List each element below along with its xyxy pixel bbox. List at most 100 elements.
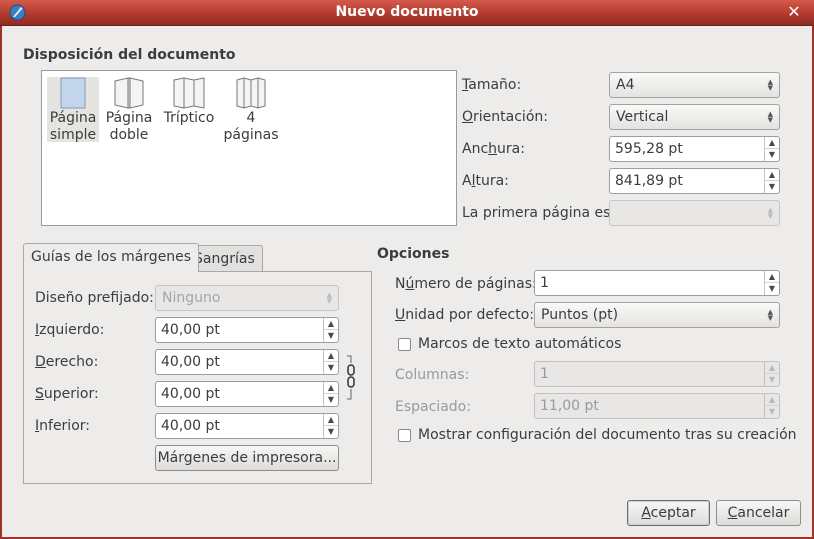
- spin-down-icon: ▼: [768, 407, 776, 416]
- spin-up-icon[interactable]: ▲: [765, 137, 779, 149]
- size-value: A4: [616, 77, 635, 93]
- window-title: Nuevo documento: [335, 4, 479, 20]
- label-text: A: [462, 173, 472, 189]
- spin-buttons: ▲ ▼: [764, 394, 779, 418]
- label-text: erecho:: [45, 354, 99, 370]
- layout-option-label: Tríptico: [163, 110, 215, 126]
- select-arrows-icon: ▲ ▼: [767, 110, 773, 124]
- select-arrows-icon: ▲ ▼: [326, 291, 332, 305]
- label-text: nidad por defecto:: [405, 307, 534, 323]
- options-heading: Opciones: [377, 246, 450, 262]
- spin-up-icon[interactable]: ▲: [765, 169, 779, 181]
- layout-option-four-pages[interactable]: 4 páginas: [222, 77, 280, 143]
- button-label: ancelar: [737, 505, 790, 521]
- select-arrows-icon: ▲ ▼: [767, 308, 773, 322]
- spin-down-icon[interactable]: ▼: [765, 181, 779, 193]
- label-text: mero de páginas:: [414, 276, 537, 292]
- spin-up-icon: ▲: [765, 362, 779, 374]
- orientation-label: Orientación:: [462, 109, 548, 125]
- height-spinbox[interactable]: 841,89 pt ▲ ▼: [609, 168, 780, 194]
- printer-margins-button[interactable]: Márgenes de impresora...: [155, 445, 339, 471]
- spin-down-icon[interactable]: ▼: [324, 362, 338, 374]
- spin-down-icon[interactable]: ▼: [765, 149, 779, 161]
- layout-option-label: Página: [49, 110, 97, 126]
- spin-up-icon[interactable]: ▲: [324, 350, 338, 362]
- spin-buttons: ▲ ▼: [323, 382, 338, 406]
- label-text: zquierdo:: [39, 322, 105, 338]
- spacing-value: 11,00 pt: [540, 398, 599, 414]
- spin-buttons: ▲ ▼: [323, 414, 338, 438]
- top-margin-spinbox[interactable]: 40,00 pt ▲ ▼: [155, 381, 339, 407]
- spin-buttons: ▲ ▼: [764, 169, 779, 193]
- label-text: uperior:: [43, 386, 99, 402]
- show-settings-label[interactable]: Mostrar configuración del documento tras…: [418, 427, 797, 443]
- preset-layout-value: Ninguno: [162, 290, 221, 306]
- bottom-margin-value: 40,00 pt: [161, 418, 220, 434]
- chain-link-icon[interactable]: [344, 355, 358, 401]
- button-label: ceptar: [650, 505, 696, 521]
- default-unit-value: Puntos (pt): [541, 307, 619, 323]
- mnemonic: S: [35, 386, 44, 402]
- tab-margin-guides[interactable]: Guías de los márgenes: [23, 243, 200, 272]
- label-text: ura:: [497, 141, 525, 157]
- page-count-label: Número de páginas:: [395, 276, 537, 292]
- top-margin-label: Superior:: [35, 386, 99, 402]
- spin-up-icon[interactable]: ▲: [324, 382, 338, 394]
- label-text: rientación:: [473, 109, 548, 125]
- mnemonic: O: [462, 109, 474, 125]
- bottom-margin-label: Inferior:: [35, 418, 90, 434]
- spin-down-icon[interactable]: ▼: [765, 283, 779, 295]
- layout-option-single-page[interactable]: Página simple: [47, 77, 99, 143]
- spin-buttons: ▲ ▼: [323, 318, 338, 342]
- spin-up-icon[interactable]: ▲: [765, 271, 779, 283]
- spin-buttons: ▲ ▼: [323, 350, 338, 374]
- left-margin-spinbox[interactable]: 40,00 pt ▲ ▼: [155, 317, 339, 343]
- mnemonic: U: [395, 307, 406, 323]
- spin-down-icon[interactable]: ▼: [324, 426, 338, 438]
- spin-buttons: ▲ ▼: [764, 362, 779, 386]
- size-select[interactable]: A4 ▲ ▼: [609, 72, 780, 98]
- auto-text-frames-checkbox[interactable]: [398, 338, 411, 351]
- right-margin-value: 40,00 pt: [161, 354, 220, 370]
- layout-option-triptych[interactable]: Tríptico: [160, 77, 218, 142]
- show-settings-checkbox[interactable]: [398, 429, 411, 442]
- layout-option-label: páginas: [223, 127, 279, 143]
- right-margin-spinbox[interactable]: 40,00 pt ▲ ▼: [155, 349, 339, 375]
- default-unit-select[interactable]: Puntos (pt) ▲ ▼: [534, 302, 780, 328]
- close-icon[interactable]: ✕: [785, 3, 803, 21]
- spin-down-icon: ▼: [768, 375, 776, 384]
- label-text: N: [395, 276, 406, 292]
- label-text: nferior:: [39, 418, 90, 434]
- columns-spinbox: 1 ▲ ▼: [534, 361, 780, 387]
- columns-value: 1: [540, 366, 549, 382]
- left-margin-label: Izquierdo:: [35, 322, 104, 338]
- page-count-value: 1: [540, 275, 549, 291]
- layout-option-double-page[interactable]: Página doble: [103, 77, 155, 143]
- layout-option-label: Página: [105, 110, 153, 126]
- right-margin-label: Derecho:: [35, 354, 98, 370]
- cancel-button[interactable]: Cancelar: [716, 500, 801, 526]
- layout-option-label: doble: [109, 127, 149, 143]
- single-page-icon: [60, 77, 86, 109]
- accept-button[interactable]: Aceptar: [627, 500, 710, 526]
- width-value: 595,28 pt: [615, 141, 683, 157]
- height-label: Altura:: [462, 173, 509, 189]
- width-spinbox[interactable]: 595,28 pt ▲ ▼: [609, 136, 780, 162]
- layout-options-list: Página simple Página doble Tríptico 4 pá…: [41, 70, 457, 226]
- auto-text-frames-label[interactable]: Marcos de texto automáticos: [418, 336, 621, 352]
- spin-up-icon[interactable]: ▲: [324, 318, 338, 330]
- layout-option-label: 4: [246, 110, 256, 126]
- first-page-select: ▲ ▼: [609, 200, 780, 226]
- spin-up-icon[interactable]: ▲: [324, 414, 338, 426]
- bottom-margin-spinbox[interactable]: 40,00 pt ▲ ▼: [155, 413, 339, 439]
- orientation-select[interactable]: Vertical ▲ ▼: [609, 104, 780, 130]
- columns-label: Columnas:: [395, 367, 470, 383]
- spin-down-icon[interactable]: ▼: [324, 394, 338, 406]
- mnemonic: C: [727, 505, 738, 521]
- spin-buttons: ▲ ▼: [764, 137, 779, 161]
- spin-down-icon[interactable]: ▼: [324, 330, 338, 342]
- title-bar: Nuevo documento ✕: [0, 0, 814, 26]
- spacing-label: Espaciado:: [395, 399, 471, 415]
- mnemonic: A: [641, 505, 651, 521]
- page-count-spinbox[interactable]: 1 ▲ ▼: [534, 270, 780, 296]
